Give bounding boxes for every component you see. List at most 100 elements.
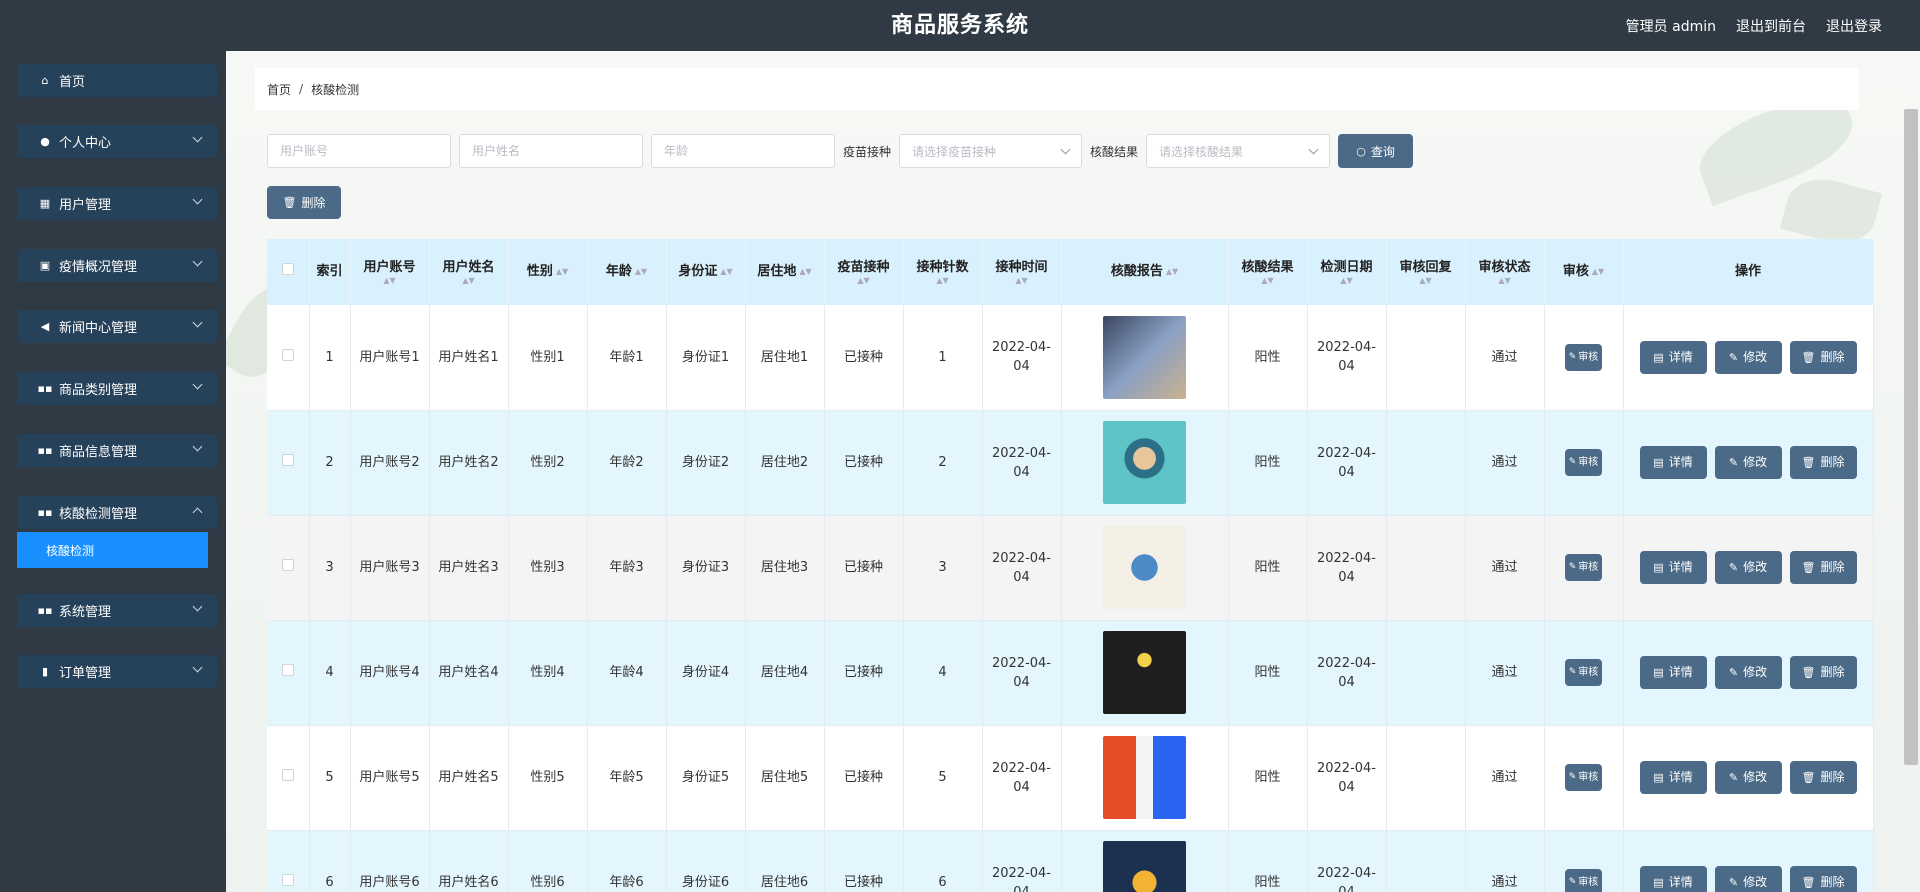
edit-button-label: 修改 <box>1743 665 1768 679</box>
col-header[interactable]: 审核状态 ▲▼ <box>1465 239 1545 305</box>
detail-button[interactable]: ▤ 详情 <box>1639 761 1707 794</box>
account-input[interactable] <box>267 134 451 168</box>
sort-icon[interactable]: ▲▼ <box>432 277 506 285</box>
sidebar-item-product-info[interactable]: ▪▪ 商品信息管理 <box>17 434 217 467</box>
report-thumbnail[interactable] <box>1103 526 1186 609</box>
sidebar-item-system[interactable]: ▪▪ 系统管理 <box>17 594 217 627</box>
row-checkbox[interactable] <box>281 664 294 676</box>
sort-icon[interactable]: ▲▼ <box>1231 277 1305 285</box>
edit-icon: ✎ <box>1568 457 1577 467</box>
sort-icon[interactable]: ▲▼ <box>1389 277 1463 285</box>
cell-actions: ▤ 详情 ✎ 修改 🗑 删除 <box>1623 620 1874 726</box>
col-header[interactable]: 疫苗接种 ▲▼ <box>824 239 904 305</box>
detail-button[interactable]: ▤ 详情 <box>1639 656 1707 689</box>
breadcrumb-home[interactable]: 首页 <box>267 81 291 98</box>
report-thumbnail[interactable] <box>1103 841 1186 892</box>
sidebar-item-home[interactable]: ⌂ 首页 <box>17 64 217 97</box>
sidebar-item-users[interactable]: ▦ 用户管理 <box>17 187 217 220</box>
audit-button[interactable]: ✎ 审核 <box>1565 343 1602 371</box>
edit-button[interactable]: ✎ 修改 <box>1714 656 1782 689</box>
sort-icon[interactable]: ▲▼ <box>1468 277 1542 285</box>
audit-button[interactable]: ✎ 审核 <box>1565 764 1602 791</box>
exit-to-front-link[interactable]: 退出到前台 <box>1736 16 1806 36</box>
name-input[interactable] <box>459 134 643 168</box>
detail-button[interactable]: ▤ 详情 <box>1639 340 1707 374</box>
detail-button[interactable]: ▤ 详情 <box>1639 866 1707 892</box>
delete-button[interactable]: 🗑 删除 <box>1789 656 1857 689</box>
col-header[interactable]: 核酸结果 ▲▼ <box>1228 239 1308 305</box>
sidebar-item-news[interactable]: ◀ 新闻中心管理 <box>17 310 217 343</box>
col-header[interactable]: 身份证 ▲▼ <box>666 239 746 305</box>
cell-actions: ▤ 详情 ✎ 修改 🗑 删除 <box>1623 410 1874 516</box>
edit-button[interactable]: ✎ 修改 <box>1714 340 1782 374</box>
edit-button[interactable]: ✎ 修改 <box>1714 761 1782 794</box>
sidebar-item-personal[interactable]: ● 个人中心 <box>17 125 217 158</box>
report-thumbnail[interactable] <box>1103 736 1186 819</box>
result-select[interactable]: 请选择核酸结果 <box>1146 134 1331 168</box>
audit-button[interactable]: ✎ 审核 <box>1565 659 1602 686</box>
col-header[interactable]: 用户姓名 ▲▼ <box>429 239 509 305</box>
col-header[interactable]: 检测日期 ▲▼ <box>1307 239 1387 305</box>
audit-button[interactable]: ✎ 审核 <box>1565 869 1602 892</box>
sort-icon[interactable]: ▲▼ <box>1166 267 1178 276</box>
col-header[interactable]: 核酸报告 ▲▼ <box>1061 239 1229 305</box>
sidebar-item-product-category[interactable]: ▪▪ 商品类别管理 <box>17 372 217 405</box>
edit-button[interactable]: ✎ 修改 <box>1714 551 1782 584</box>
col-header[interactable]: 接种针数 ▲▼ <box>903 239 983 305</box>
col-header[interactable]: 审核回复 ▲▼ <box>1386 239 1466 305</box>
date-text: 2022-04-04 <box>1316 655 1376 690</box>
query-button[interactable]: ○ 查询 <box>1338 134 1414 168</box>
col-header[interactable]: 接种时间 ▲▼ <box>982 239 1062 305</box>
col-header[interactable]: 性别 ▲▼ <box>508 239 588 305</box>
cell-result: 阳性 <box>1228 410 1308 516</box>
sort-icon[interactable]: ▲▼ <box>556 267 568 276</box>
sort-icon[interactable]: ▲▼ <box>799 267 811 276</box>
sort-icon[interactable]: ▲▼ <box>906 277 980 285</box>
detail-button[interactable]: ▤ 详情 <box>1639 551 1707 584</box>
vertical-scrollbar[interactable] <box>1904 109 1918 765</box>
detail-button[interactable]: ▤ 详情 <box>1639 446 1707 479</box>
delete-button[interactable]: 🗑 删除 <box>1789 446 1857 479</box>
user-icon: ● <box>40 135 50 148</box>
col-header[interactable]: 审核 ▲▼ <box>1544 239 1624 305</box>
col-header[interactable]: 居住地 ▲▼ <box>745 239 825 305</box>
sidebar-item-epidemic[interactable]: ▣ 疫情概况管理 <box>17 249 217 282</box>
sidebar-subitem-nucleic-test[interactable]: 核酸检测 <box>17 532 208 568</box>
sort-icon[interactable]: ▲▼ <box>827 277 901 285</box>
cell-account: 用户账号2 <box>350 410 430 516</box>
sort-icon[interactable]: ▲▼ <box>353 277 427 285</box>
batch-delete-button[interactable]: 🗑 删除 <box>267 186 341 219</box>
col-header[interactable]: 年龄 ▲▼ <box>587 239 667 305</box>
report-thumbnail[interactable] <box>1103 631 1186 714</box>
report-thumbnail[interactable] <box>1103 315 1186 399</box>
sort-icon[interactable]: ▲▼ <box>635 267 647 276</box>
sort-icon[interactable]: ▲▼ <box>1310 277 1384 285</box>
select-all-checkbox[interactable] <box>281 263 294 275</box>
row-checkbox[interactable] <box>281 559 294 571</box>
audit-button[interactable]: ✎ 审核 <box>1565 554 1602 581</box>
row-select-cell <box>267 725 310 831</box>
row-checkbox[interactable] <box>281 348 294 361</box>
row-select-cell <box>267 830 310 892</box>
delete-button[interactable]: 🗑 删除 <box>1789 551 1857 584</box>
age-input[interactable] <box>651 134 835 168</box>
edit-button[interactable]: ✎ 修改 <box>1714 446 1782 479</box>
logout-link[interactable]: 退出登录 <box>1826 16 1882 36</box>
delete-button[interactable]: 🗑 删除 <box>1789 340 1857 374</box>
sort-icon[interactable]: ▲▼ <box>985 277 1059 285</box>
row-checkbox[interactable] <box>281 874 294 886</box>
row-checkbox[interactable] <box>281 454 294 466</box>
sidebar-item-orders[interactable]: ▮ 订单管理 <box>17 655 217 688</box>
sort-icon[interactable]: ▲▼ <box>1592 267 1604 276</box>
sidebar-item-label: 商品信息管理 <box>59 445 138 460</box>
edit-button[interactable]: ✎ 修改 <box>1714 866 1782 892</box>
report-thumbnail[interactable] <box>1103 421 1186 504</box>
vaccine-select[interactable]: 请选择疫苗接种 <box>899 134 1083 168</box>
row-checkbox[interactable] <box>281 769 294 781</box>
sidebar-item-nucleic[interactable]: ▪▪ 核酸检测管理 <box>17 496 217 529</box>
col-header[interactable]: 用户账号 ▲▼ <box>350 239 430 305</box>
sort-icon[interactable]: ▲▼ <box>720 267 732 276</box>
audit-button[interactable]: ✎ 审核 <box>1565 449 1602 476</box>
delete-button[interactable]: 🗑 删除 <box>1789 761 1857 794</box>
delete-button[interactable]: 🗑 删除 <box>1789 866 1857 892</box>
